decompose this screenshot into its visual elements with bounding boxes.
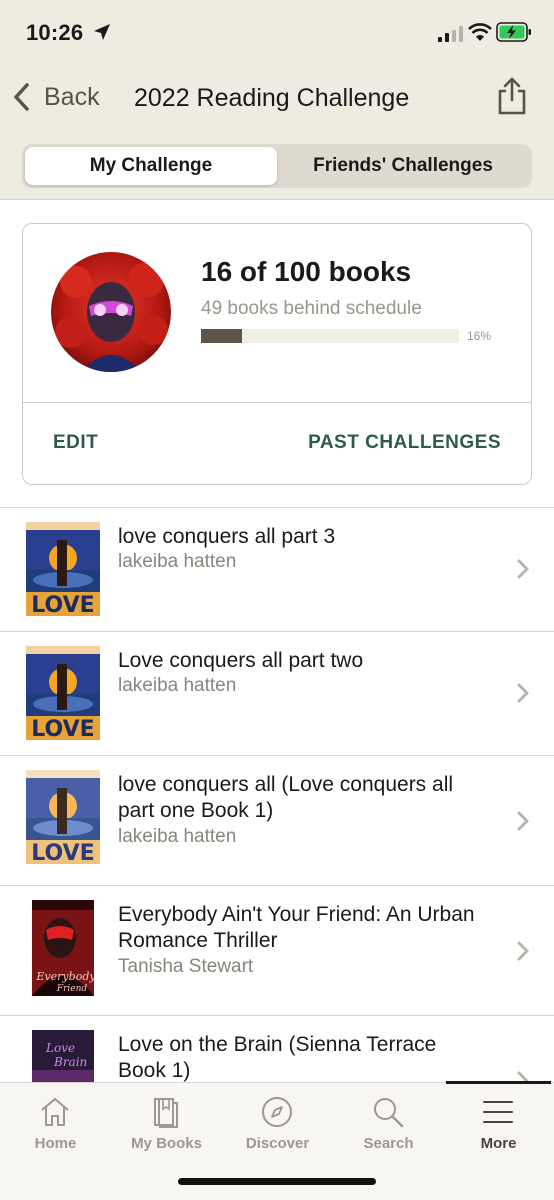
list-item[interactable]: LOVE Love conquers all part two lakeiba … [0,632,554,756]
svg-text:Everybody: Everybody [35,970,94,983]
back-button[interactable]: Back [12,82,100,112]
tab-more-label: More [480,1135,517,1152]
chevron-right-icon [517,811,529,831]
book-cover-image: LOVE [26,770,100,864]
chevron-right-icon [517,683,529,703]
book-cover-image: Everybody Friend [32,900,94,996]
tab-home-label: Home [34,1135,77,1152]
book-cover-image: LOVE [26,522,100,616]
svg-text:LOVE: LOVE [31,717,94,740]
chevron-right-icon [517,941,529,961]
challenge-card: 16 of 100 books 49 books behind schedule… [22,223,532,485]
card-divider [23,402,531,403]
back-label: Back [44,82,100,111]
compass-icon [262,1097,292,1127]
schedule-status: 49 books behind schedule [201,298,422,319]
book-title: love conquers all (Love conquers all par… [118,773,454,822]
home-icon [41,1098,69,1126]
books-icon [154,1098,178,1128]
tab-more[interactable]: More [443,1083,554,1173]
progress-bar [201,329,459,343]
chevron-right-icon [517,559,529,579]
book-author: lakeiba hatten [118,675,237,696]
tab-home[interactable]: Home [0,1083,111,1173]
book-list: LOVE love conquers all part 3 lakeiba ha… [0,507,554,1126]
avatar-image [51,252,171,372]
status-bar: 10:26 [0,0,554,64]
progress-fill [201,329,243,343]
wifi-icon [468,23,492,41]
avatar [51,252,171,372]
location-arrow-icon [94,24,110,40]
book-title: Love on the Brain (Sienna Terrace Book 1… [118,1033,437,1082]
list-item[interactable]: Everybody Friend Everybody Ain't Your Fr… [0,886,554,1016]
page-title: 2022 Reading Challenge [134,84,410,112]
search-icon [374,1098,404,1128]
cellular-signal-icon [438,26,463,42]
tab-discover[interactable]: Discover [222,1083,333,1173]
tab-my-challenge[interactable]: My Challenge [25,147,277,185]
segmented-control: My Challenge Friends' Challenges [22,144,532,188]
book-author: lakeiba hatten [118,551,237,572]
progress-percent: 16% [467,329,492,343]
book-title: Everybody Ain't Your Friend: An Urban Ro… [118,903,475,952]
books-count: 16 of 100 books [201,256,412,287]
book-title: love conquers all part 3 [118,525,336,548]
menu-icon [483,1101,513,1123]
tab-search[interactable]: Search [333,1083,444,1173]
tab-my-books[interactable]: My Books [111,1083,222,1173]
book-cover-image: LOVE [26,646,100,740]
list-item[interactable]: LOVE love conquers all (Love conquers al… [0,756,554,886]
tab-friends-challenges[interactable]: Friends' Challenges [277,147,529,185]
svg-text:Friend: Friend [56,984,88,994]
battery-charging-icon [496,22,531,42]
tab-search-label: Search [363,1135,414,1152]
edit-button[interactable]: EDIT [53,432,98,454]
tab-discover-label: Discover [245,1135,310,1152]
svg-text:Love: Love [45,1041,75,1055]
svg-text:LOVE: LOVE [31,593,94,616]
book-author: lakeiba hatten [118,826,237,847]
svg-text:LOVE: LOVE [31,841,94,864]
book-author: Tanisha Stewart [118,956,254,977]
list-item[interactable]: LOVE love conquers all part 3 lakeiba ha… [0,508,554,632]
header-area: 10:26 Back 2022 Reading Challenge My Cha… [0,0,554,200]
nav-bar: Back 2022 Reading Challenge [0,68,554,128]
book-title: Love conquers all part two [118,649,364,672]
svg-text:Brain: Brain [53,1055,87,1069]
chevron-left-icon [14,83,29,111]
status-time: 10:26 [26,20,84,45]
tab-my-books-label: My Books [131,1135,202,1152]
past-challenges-button[interactable]: PAST CHALLENGES [308,432,501,454]
home-indicator [178,1178,376,1185]
share-icon[interactable] [495,76,529,116]
